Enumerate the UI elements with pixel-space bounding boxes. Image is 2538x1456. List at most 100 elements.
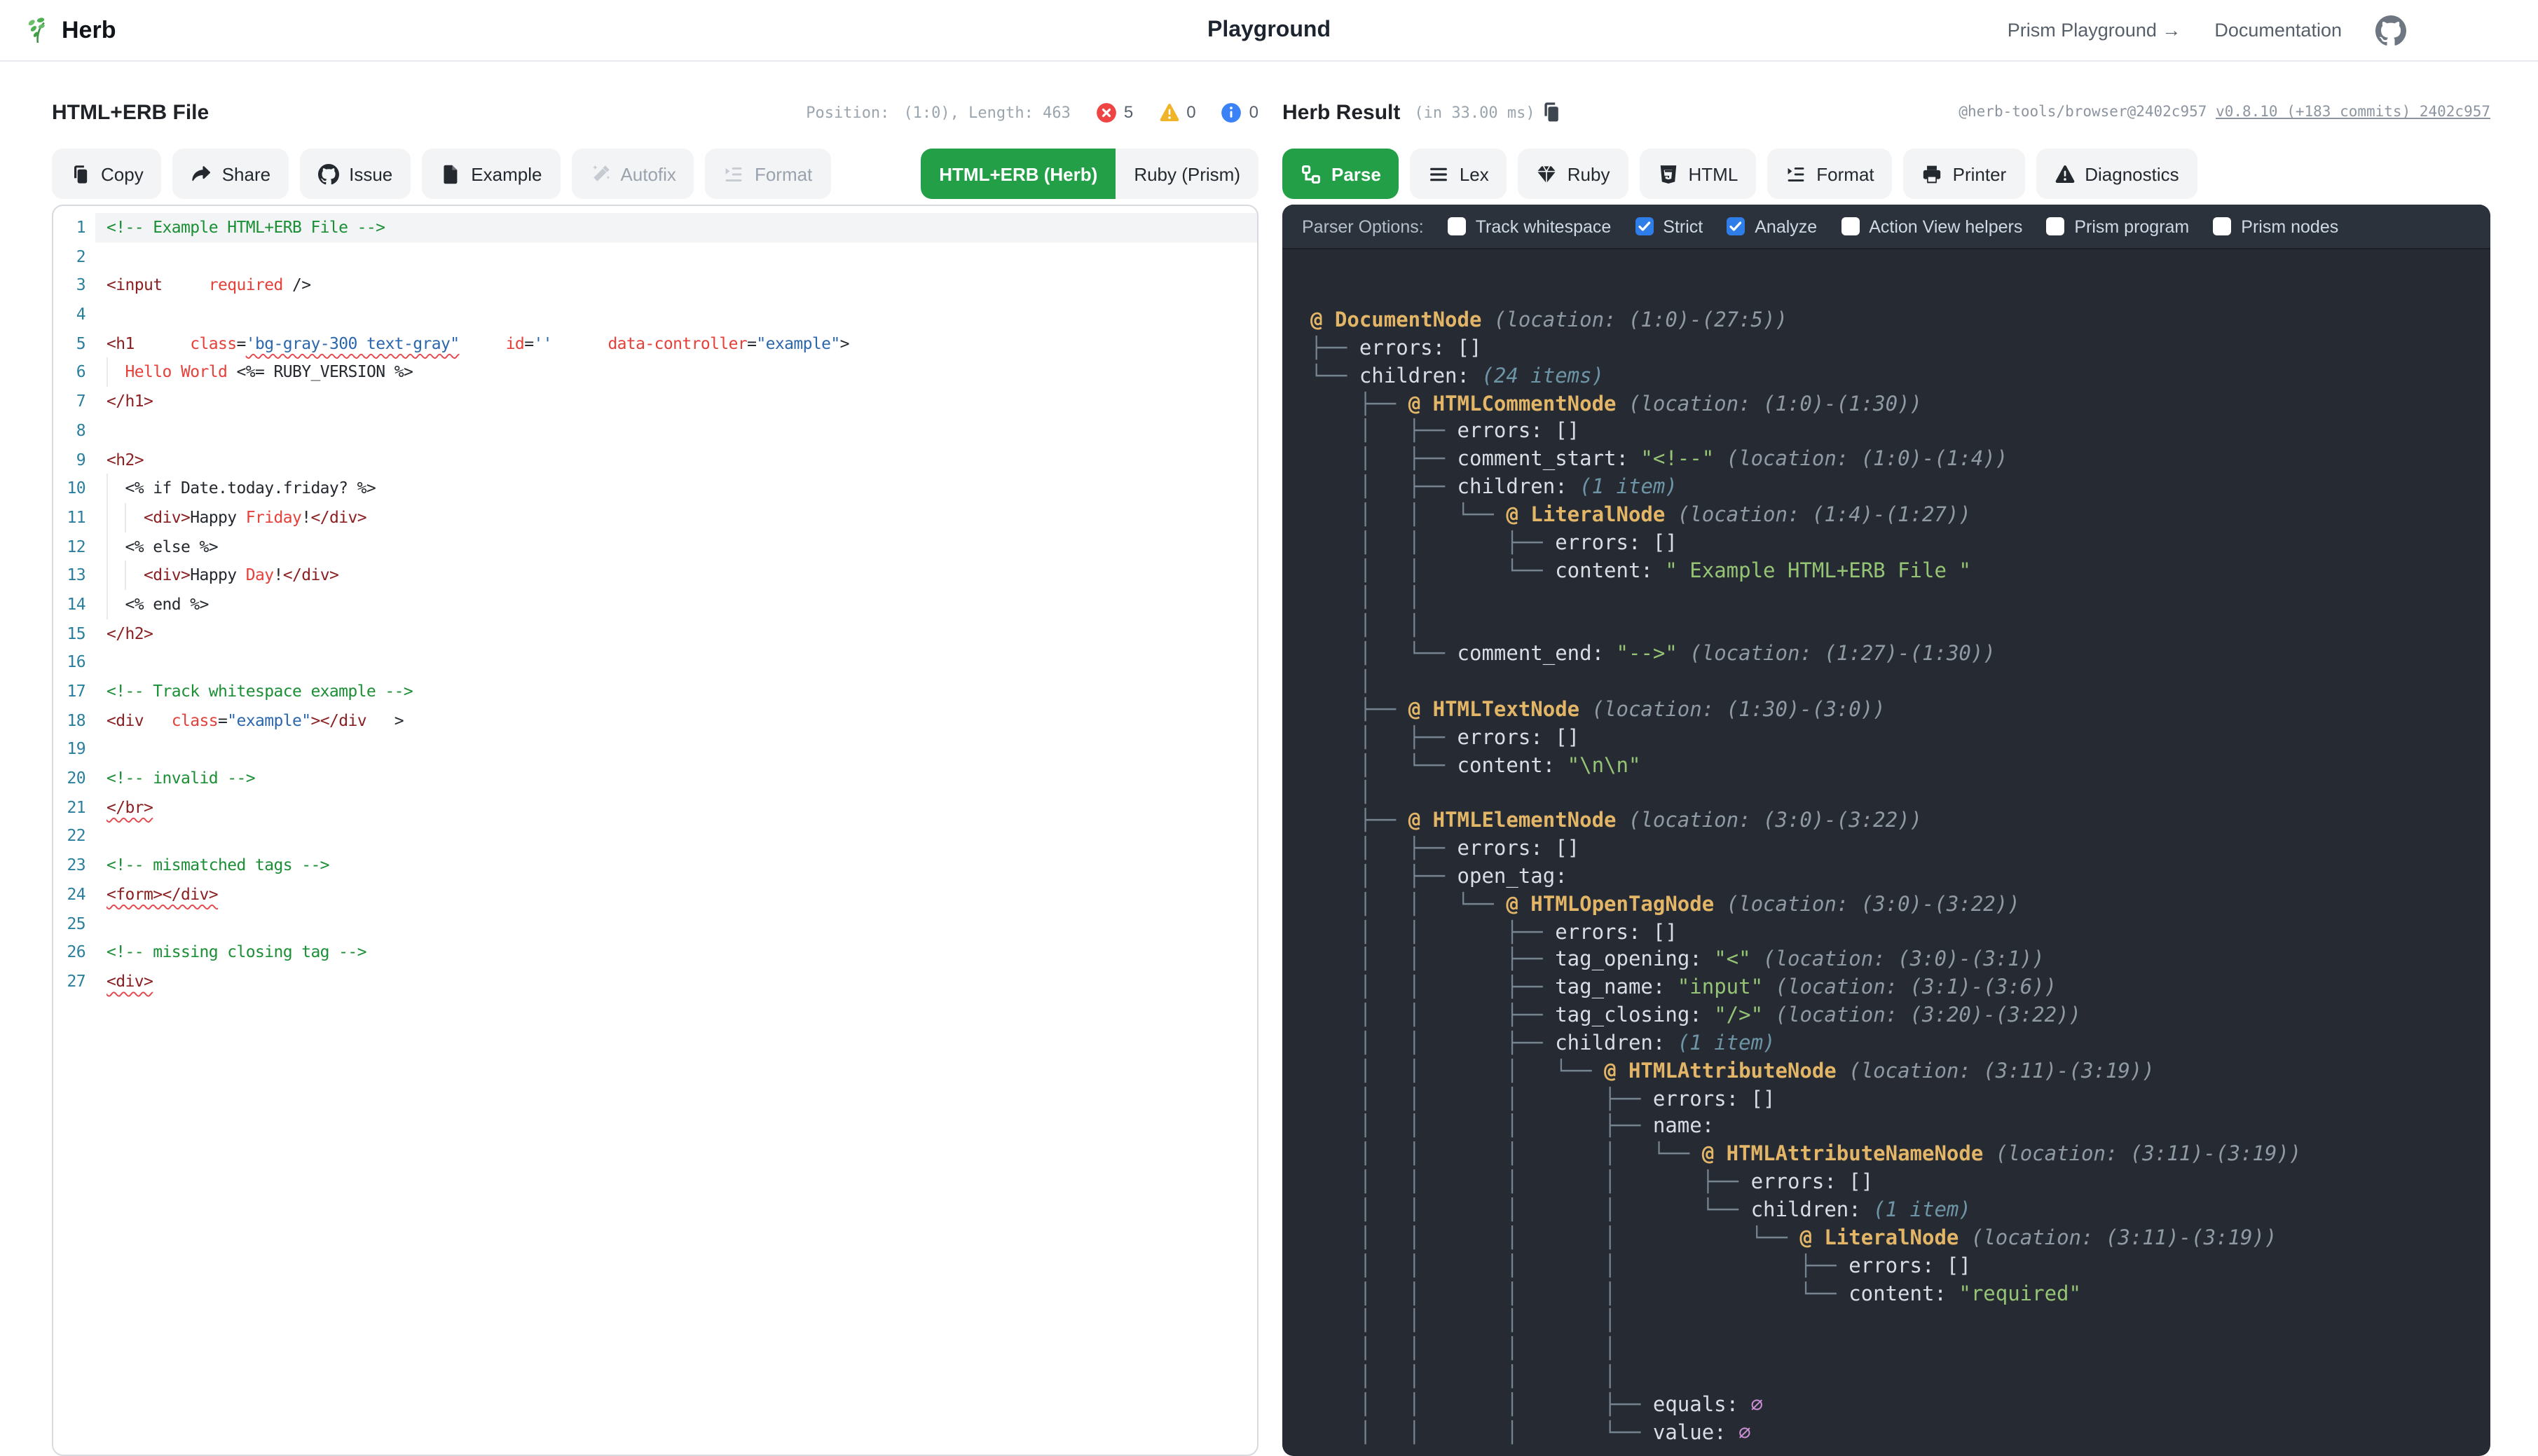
editor-line[interactable]: 3<input required /> bbox=[53, 271, 1257, 300]
editor-line[interactable]: 21</br> bbox=[53, 793, 1257, 822]
checkbox-icon bbox=[1841, 217, 1859, 235]
option-track-whitespace[interactable]: Track whitespace bbox=[1448, 217, 1612, 236]
option-strict[interactable]: Strict bbox=[1635, 217, 1703, 236]
editor-line[interactable]: 7</h1> bbox=[53, 387, 1257, 415]
tree-line: │ │ ├── tag_closing: "/>" (location: (3:… bbox=[1310, 1003, 2490, 1031]
line-number: 15 bbox=[53, 619, 95, 647]
editor-line[interactable]: 14 <% end %> bbox=[53, 590, 1257, 619]
line-number: 7 bbox=[53, 387, 95, 415]
code-editor[interactable]: 1<!-- Example HTML+ERB File -->23<input … bbox=[52, 205, 1258, 1456]
header-nav: Prism Playground → Documentation bbox=[2008, 15, 2406, 46]
tree-line: │ │ │ └── value: ∅ bbox=[1310, 1421, 2490, 1449]
tree-line: ├── @ HTMLTextNode (location: (1:30)-(3:… bbox=[1310, 698, 2490, 726]
editor-line[interactable]: 5<h1 class='bg-gray-300 text-gray" id=''… bbox=[53, 329, 1257, 358]
format-button[interactable]: Format bbox=[706, 149, 830, 199]
diagnostics-button[interactable]: Diagnostics bbox=[2036, 149, 2197, 199]
parse-button[interactable]: Parse bbox=[1282, 149, 1399, 199]
editor-line[interactable]: 1<!-- Example HTML+ERB File --> bbox=[53, 213, 1257, 242]
format-button[interactable]: Format bbox=[1767, 149, 1892, 199]
editor-line[interactable]: 4 bbox=[53, 300, 1257, 329]
editor-line[interactable]: 2 bbox=[53, 242, 1257, 270]
nav-prism-playground[interactable]: Prism Playground → bbox=[2008, 20, 2181, 41]
info-badge: 0 bbox=[1221, 102, 1258, 123]
checkbox-icon bbox=[2046, 217, 2064, 235]
option-label: Track whitespace bbox=[1476, 217, 1612, 236]
editor-line[interactable]: 20<!-- invalid --> bbox=[53, 764, 1257, 792]
parse-timing: (in 33.00 ms) bbox=[1414, 103, 1535, 121]
nav-documentation[interactable]: Documentation bbox=[2214, 20, 2342, 41]
warning-icon bbox=[2054, 163, 2075, 184]
autofix-button[interactable]: Autofix bbox=[571, 149, 694, 199]
copy-button[interactable]: Copy bbox=[52, 149, 162, 199]
tree-line: @ DocumentNode (location: (1:0)-(27:5)) bbox=[1310, 308, 2490, 336]
wand-icon bbox=[589, 163, 610, 184]
editor-line[interactable]: 12 <% else %> bbox=[53, 532, 1257, 561]
editor-line[interactable]: 19 bbox=[53, 735, 1257, 764]
ast-tree[interactable]: @ DocumentNode (location: (1:0)-(27:5)) ├… bbox=[1282, 249, 2490, 1448]
editor-line[interactable]: 11 <div>Happy Friday!</div> bbox=[53, 503, 1257, 532]
lex-button[interactable]: Lex bbox=[1411, 149, 1507, 199]
ruby-button[interactable]: Ruby bbox=[1518, 149, 1628, 199]
editor-line[interactable]: 18<div class="example"></div > bbox=[53, 706, 1257, 734]
printer-button[interactable]: Printer bbox=[1904, 149, 2025, 199]
editor-line[interactable]: 24<form></div> bbox=[53, 880, 1257, 909]
info-circle-icon bbox=[1221, 102, 1242, 123]
copy-result-icon[interactable] bbox=[1541, 101, 1563, 123]
share-button[interactable]: Share bbox=[173, 149, 289, 199]
source-panel-title: HTML+ERB File bbox=[52, 100, 209, 124]
html-button[interactable]: HTML bbox=[1640, 149, 1757, 199]
info-count: 0 bbox=[1249, 102, 1258, 122]
version-link[interactable]: v0.8.10 (+183 commits) 2402c957 bbox=[2216, 104, 2490, 121]
line-number: 3 bbox=[53, 271, 95, 300]
line-content: <input required /> bbox=[95, 271, 1257, 300]
editor-line[interactable]: 9<h2> bbox=[53, 445, 1257, 474]
line-number: 24 bbox=[53, 880, 95, 909]
editor-line[interactable]: 6 Hello World <%= RUBY_VERSION %> bbox=[53, 358, 1257, 387]
line-number: 9 bbox=[53, 445, 95, 474]
option-analyze[interactable]: Analyze bbox=[1727, 217, 1817, 236]
line-content: </br> bbox=[95, 793, 1257, 822]
line-content: <div>Happy Friday!</div> bbox=[95, 503, 1257, 532]
button-label: Example bbox=[471, 163, 542, 184]
line-number: 26 bbox=[53, 938, 95, 966]
editor-line[interactable]: 26<!-- missing closing tag --> bbox=[53, 938, 1257, 966]
editor-line[interactable]: 16 bbox=[53, 648, 1257, 677]
line-number: 23 bbox=[53, 851, 95, 879]
tree-line: │ ├── errors: [] bbox=[1310, 725, 2490, 753]
issue-button[interactable]: Issue bbox=[300, 149, 411, 199]
editor-line[interactable]: 23<!-- mismatched tags --> bbox=[53, 851, 1257, 879]
line-content: <h1 class='bg-gray-300 text-gray" id='' … bbox=[95, 329, 1257, 358]
printer-icon bbox=[1922, 163, 1943, 184]
editor-line[interactable]: 27<div> bbox=[53, 967, 1257, 996]
mode-ruby-prism-[interactable]: Ruby (Prism) bbox=[1116, 149, 1258, 199]
editor-line[interactable]: 25 bbox=[53, 909, 1257, 938]
package-version: @herb-tools/browser@2402c957 bbox=[1959, 104, 2207, 121]
option-action-view-helpers[interactable]: Action View helpers bbox=[1841, 217, 2022, 236]
tree-line: │ │ │ │ ├── errors: [] bbox=[1310, 1170, 2490, 1198]
result-panel-title: Herb Result bbox=[1282, 100, 1400, 124]
editor-line[interactable]: 22 bbox=[53, 822, 1257, 851]
option-prism-nodes[interactable]: Prism nodes bbox=[2213, 217, 2338, 236]
line-content bbox=[95, 735, 1257, 764]
error-badge: 5 bbox=[1096, 102, 1133, 123]
editor-line[interactable]: 17<!-- Track whitespace example --> bbox=[53, 677, 1257, 706]
line-number: 17 bbox=[53, 677, 95, 706]
mode-html-erb-herb-[interactable]: HTML+ERB (Herb) bbox=[921, 149, 1116, 199]
option-prism-program[interactable]: Prism program bbox=[2046, 217, 2189, 236]
editor-line[interactable]: 10 <% if Date.today.friday? %> bbox=[53, 474, 1257, 502]
source-toolbar: CopyShareIssue Example AutofixFormat HTML+E… bbox=[52, 149, 1258, 199]
github-icon[interactable] bbox=[2375, 15, 2406, 46]
editor-line[interactable]: 15</h2> bbox=[53, 619, 1257, 647]
line-number: 8 bbox=[53, 416, 95, 445]
tree-icon bbox=[1301, 163, 1322, 184]
option-label: Strict bbox=[1663, 217, 1703, 236]
brand[interactable]: Herb bbox=[22, 15, 116, 45]
line-content: <!-- missing closing tag --> bbox=[95, 938, 1257, 966]
line-number: 20 bbox=[53, 764, 95, 792]
editor-line[interactable]: 8 bbox=[53, 416, 1257, 445]
example-button[interactable]: Example bbox=[422, 149, 560, 199]
line-content: <!-- Track whitespace example --> bbox=[95, 677, 1257, 706]
result-panel: Herb Result (in 33.00 ms) @herb-tools/br… bbox=[1282, 95, 2490, 1456]
tree-line: │ │ │ ├── name: bbox=[1310, 1115, 2490, 1143]
editor-line[interactable]: 13 <div>Happy Day!</div> bbox=[53, 561, 1257, 590]
